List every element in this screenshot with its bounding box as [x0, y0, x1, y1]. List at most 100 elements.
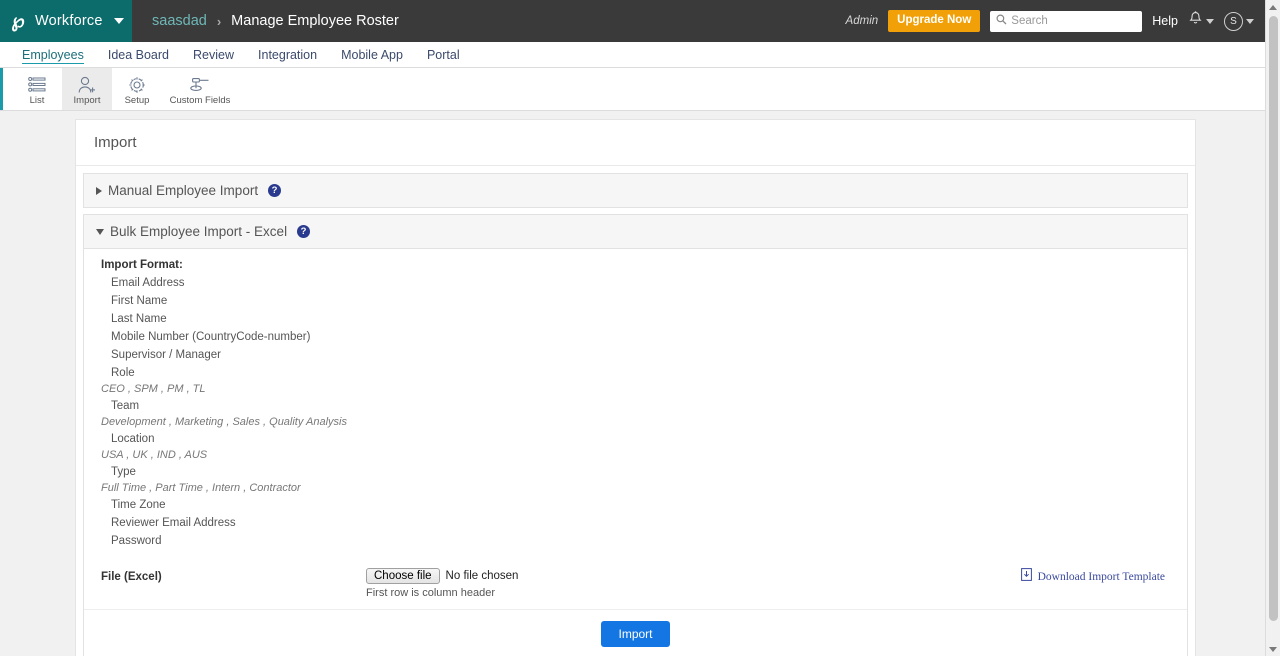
accordion-manual-employee-import: Manual Employee Import ? — [83, 173, 1188, 208]
format-field: Role — [101, 364, 1187, 382]
card-title: Import — [94, 134, 137, 151]
search-box[interactable] — [990, 11, 1142, 32]
brand-name-label: Workforce — [35, 13, 103, 29]
choose-file-button[interactable]: Choose file — [366, 568, 440, 584]
toolbar-item-setup[interactable]: Setup — [112, 68, 162, 110]
chevron-down-icon[interactable] — [1246, 19, 1254, 24]
hammer-icon — [189, 75, 211, 94]
nav-tab-label: Portal — [427, 48, 460, 62]
admin-role-label: Admin — [846, 15, 879, 27]
nav-tab-employees[interactable]: Employees — [10, 42, 96, 67]
scroll-down-button[interactable] — [1266, 642, 1280, 656]
vertical-scrollbar[interactable] — [1265, 0, 1280, 656]
accordion-title: Manual Employee Import — [108, 183, 258, 198]
format-field: Supervisor / Manager — [101, 346, 1187, 364]
nav-tab-idea-board[interactable]: Idea Board — [96, 42, 181, 67]
toolbar-spacer — [0, 68, 12, 110]
file-field-label: File (Excel) — [101, 568, 366, 583]
nav-tab-label: Idea Board — [108, 48, 169, 62]
breadcrumb-org-link[interactable]: saasdad — [152, 13, 207, 29]
toolbar-item-label: Setup — [125, 95, 150, 106]
card-header: Import — [76, 120, 1195, 166]
import-format-block: Import Format: Email Address First Name … — [84, 249, 1187, 554]
top-header-bar: ℘ Workforce saasdad › Manage Employee Ro… — [0, 0, 1280, 42]
format-field: Email Address — [101, 274, 1187, 292]
format-field: Reviewer Email Address — [101, 514, 1187, 532]
avatar: S — [1224, 12, 1243, 31]
toolbar-item-label: List — [30, 95, 45, 106]
header-actions: Admin Upgrade Now Help S — [846, 10, 1280, 32]
format-field-values: USA , UK , IND , AUS — [101, 448, 1187, 463]
scroll-up-button[interactable] — [1266, 0, 1280, 14]
toolbar-item-custom-fields[interactable]: Custom Fields — [162, 68, 238, 110]
format-field: Mobile Number (CountryCode-number) — [101, 328, 1187, 346]
download-link-label: Download Import Template — [1038, 571, 1165, 583]
module-toolbar: List Import Setup — [0, 68, 1280, 111]
nav-tab-mobile-app[interactable]: Mobile App — [329, 42, 415, 67]
brand-menu[interactable]: ℘ Workforce — [0, 0, 132, 42]
upgrade-now-button[interactable]: Upgrade Now — [888, 10, 980, 32]
accordion-header[interactable]: Bulk Employee Import - Excel ? — [84, 215, 1187, 248]
format-field: Location — [101, 430, 1187, 448]
nav-tab-integration[interactable]: Integration — [246, 42, 329, 67]
scrollbar-thumb[interactable] — [1269, 16, 1278, 621]
toolbar-item-label: Custom Fields — [170, 95, 231, 106]
bell-icon — [1188, 11, 1203, 32]
search-icon — [996, 12, 1007, 30]
import-format-heading: Import Format: — [101, 259, 1187, 271]
gear-icon — [128, 75, 146, 94]
format-field-values: CEO , SPM , PM , TL — [101, 382, 1187, 397]
nav-tab-label: Employees — [22, 48, 84, 62]
chevron-down-icon[interactable] — [1206, 19, 1214, 24]
toolbar-item-label: Import — [74, 95, 101, 106]
nav-tab-portal[interactable]: Portal — [415, 42, 472, 67]
main-nav: Employees Idea Board Review Integration … — [0, 42, 1280, 68]
nav-tab-label: Integration — [258, 48, 317, 62]
chevron-right-icon: › — [217, 14, 221, 29]
accordion-group: Manual Employee Import ? Bulk Employee I… — [76, 166, 1195, 656]
nav-tab-label: Review — [193, 48, 234, 62]
file-name-text: No file chosen — [446, 570, 519, 582]
import-card: Import Manual Employee Import ? Bulk Emp… — [75, 119, 1196, 656]
file-picker[interactable]: Choose file No file chosen — [366, 568, 518, 584]
format-field: Last Name — [101, 310, 1187, 328]
page-body: Import Manual Employee Import ? Bulk Emp… — [0, 111, 1280, 656]
help-icon[interactable]: ? — [297, 225, 310, 238]
format-field: Password — [101, 532, 1187, 550]
help-link[interactable]: Help — [1152, 14, 1178, 28]
download-template-icon — [1021, 568, 1032, 586]
format-field: Team — [101, 397, 1187, 415]
file-hint-text: First row is column header — [366, 587, 518, 599]
format-field: Time Zone — [101, 496, 1187, 514]
accordion-bulk-employee-import-excel: Bulk Employee Import - Excel ? Import Fo… — [83, 214, 1188, 656]
chevron-up-icon — [1269, 5, 1277, 10]
triangle-down-icon — [96, 229, 104, 235]
account-menu[interactable]: S — [1224, 12, 1254, 31]
file-upload-row: File (Excel) Choose file No file chosen … — [84, 554, 1187, 610]
import-submit-button[interactable]: Import — [601, 621, 669, 647]
format-field-values: Full Time , Part Time , Intern , Contrac… — [101, 481, 1187, 496]
file-field-control: Choose file No file chosen First row is … — [366, 568, 518, 599]
format-field: Type — [101, 463, 1187, 481]
chevron-down-icon[interactable] — [114, 18, 124, 24]
help-icon[interactable]: ? — [268, 184, 281, 197]
search-input[interactable] — [1011, 15, 1136, 27]
format-field-values: Development , Marketing , Sales , Qualit… — [101, 415, 1187, 430]
list-icon — [28, 75, 47, 94]
nav-tab-label: Mobile App — [341, 48, 403, 62]
submit-row: Import — [84, 610, 1187, 656]
nav-tab-review[interactable]: Review — [181, 42, 246, 67]
accordion-header[interactable]: Manual Employee Import ? — [84, 174, 1187, 207]
breadcrumb: saasdad › Manage Employee Roster — [132, 13, 846, 29]
user-add-icon — [77, 75, 97, 94]
triangle-right-icon — [96, 187, 102, 195]
chevron-down-icon — [1269, 647, 1277, 652]
notifications-menu[interactable] — [1188, 11, 1214, 32]
toolbar-item-import[interactable]: Import — [62, 68, 112, 110]
format-field: First Name — [101, 292, 1187, 310]
toolbar-item-list[interactable]: List — [12, 68, 62, 110]
workforce-p-logo-icon: ℘ — [10, 11, 26, 31]
page-title: Manage Employee Roster — [231, 13, 399, 29]
accordion-body: Import Format: Email Address First Name … — [84, 248, 1187, 656]
download-import-template-link[interactable]: Download Import Template — [1021, 568, 1165, 586]
